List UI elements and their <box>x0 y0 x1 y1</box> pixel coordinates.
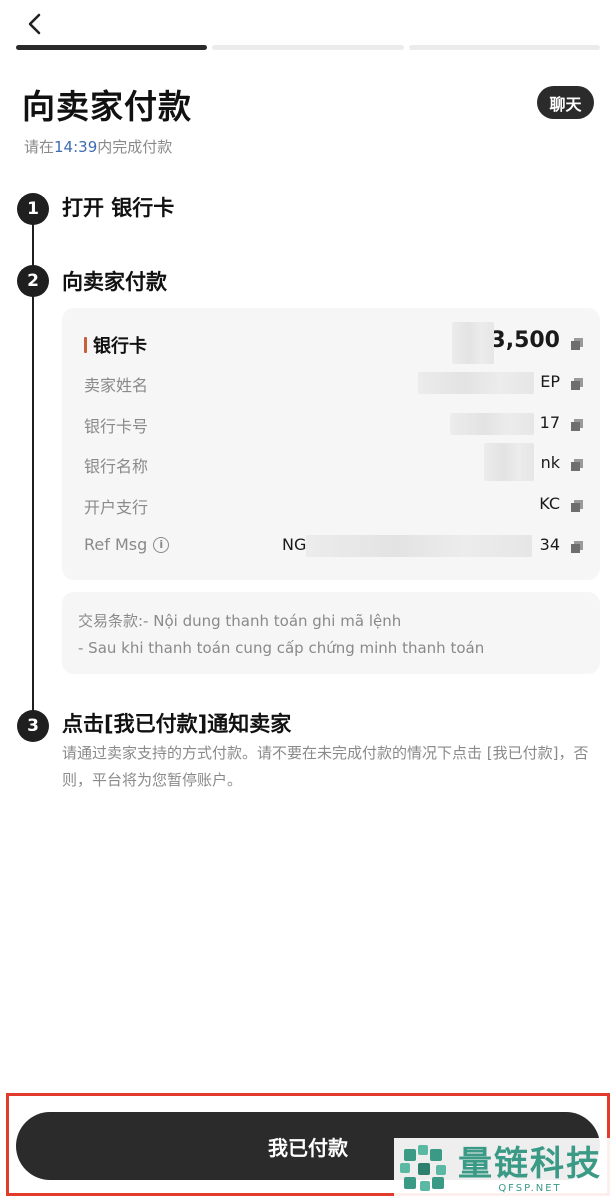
step-1-title: 打开 银行卡 <box>62 196 175 220</box>
chevron-left-icon <box>27 13 43 39</box>
terms-line-1: 交易条款:- Nội dung thanh toán ghi mã lệnh <box>78 612 402 630</box>
detail-label-bank-card: 银行卡 <box>93 336 147 357</box>
step-3-badge: 3 <box>17 710 49 742</box>
chat-button[interactable]: 聊天 <box>537 86 594 119</box>
detail-row-amount: 银行卡 ₫ 3,500 <box>62 322 600 364</box>
trade-terms-box: 交易条款:- Nội dung thanh toán ghi mã lệnh -… <box>62 592 600 674</box>
info-icon[interactable]: i <box>153 536 170 553</box>
detail-row-card-number: 银行卡号 17 <box>62 409 600 441</box>
detail-label-card-number: 银行卡号 <box>84 417 149 436</box>
step-2-title: 向卖家付款 <box>62 270 167 294</box>
detail-label-ref-msg: Ref Msg <box>84 535 148 554</box>
watermark-text: 量链科技 <box>458 1143 602 1184</box>
detail-row-branch: 开户支行 KC <box>62 490 600 522</box>
detail-value-branch: KC <box>539 494 560 513</box>
step-3-title: 点击[我已付款]通知卖家 <box>62 712 292 736</box>
watermark-logo-icon <box>398 1143 450 1195</box>
progress-bar <box>16 45 600 51</box>
copy-icon[interactable] <box>570 458 584 472</box>
watermark: 量链科技 QFSP.NET <box>394 1138 616 1200</box>
detail-value-bank-name: nk <box>540 453 560 472</box>
page-title: 向卖家付款 <box>22 87 192 126</box>
timer-prefix: 请在 <box>24 138 55 156</box>
back-button[interactable] <box>20 10 50 42</box>
detail-label-bank-name: 银行名称 <box>84 457 149 476</box>
detail-value-ref-prefix: NG <box>282 535 307 554</box>
step-1-badge: 1 <box>17 193 49 225</box>
detail-row-seller-name: 卖家姓名 EP <box>62 368 600 400</box>
payment-timer: 请在14:39内完成付款 <box>24 136 172 157</box>
detail-label-seller-name: 卖家姓名 <box>84 376 149 395</box>
timer-suffix: 内完成付款 <box>97 138 173 156</box>
progress-segment-1 <box>16 45 208 50</box>
detail-row-bank-name: 银行名称 nk <box>62 443 600 481</box>
copy-icon[interactable] <box>570 499 584 513</box>
watermark-url: QFSP.NET <box>498 1182 562 1194</box>
copy-icon[interactable] <box>570 377 584 391</box>
redacted-block <box>452 322 494 364</box>
progress-segment-2 <box>212 45 404 50</box>
redacted-block <box>306 535 532 557</box>
copy-icon[interactable] <box>570 337 584 351</box>
copy-icon[interactable] <box>570 418 584 432</box>
detail-value-card-number: 17 <box>539 413 560 432</box>
progress-segment-3 <box>408 45 600 50</box>
redacted-block <box>418 372 534 394</box>
redacted-block <box>484 443 534 481</box>
payment-details-card: 银行卡 ₫ 3,500 卖家姓名 EP 银行卡号 17 银行名称 nk 开户支行… <box>62 308 600 580</box>
copy-icon[interactable] <box>570 540 584 554</box>
accent-bar <box>84 337 87 353</box>
detail-label-branch: 开户支行 <box>84 498 149 517</box>
detail-value-seller-name: EP <box>540 372 560 391</box>
detail-value-ref-msg: 34 <box>539 535 560 554</box>
terms-line-2: - Sau khi thanh toán cung cấp chứng minh… <box>78 639 485 657</box>
timer-countdown: 14:39 <box>54 138 98 156</box>
step-3-description: 请通过卖家支持的方式付款。请不要在未完成付款的情况下点击 [我已付款]，否则，平… <box>62 744 589 789</box>
step-2-badge: 2 <box>17 265 49 297</box>
detail-row-ref-msg: Ref Msg i NG 34 <box>62 531 600 563</box>
redacted-block <box>450 413 534 435</box>
